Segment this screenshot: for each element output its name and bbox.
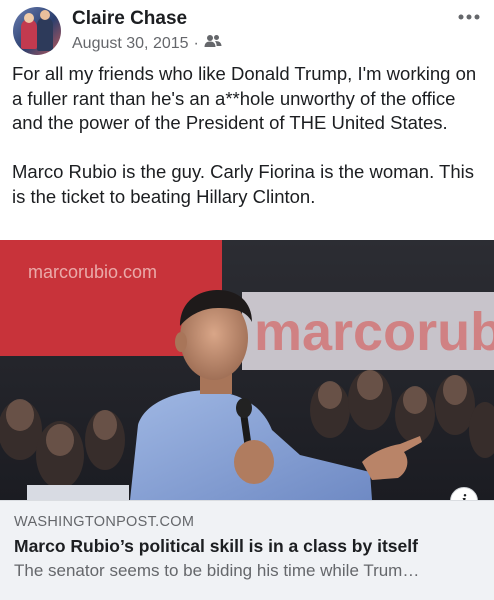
link-preview-image[interactable]: marcorubio.com marcorubio — [0, 240, 494, 500]
post-header: Claire Chase August 30, 2015 · — [0, 0, 494, 62]
link-domain: WASHINGTONPOST.COM — [14, 514, 195, 530]
post-paragraph: For all my friends who like Donald Trump… — [12, 63, 477, 133]
post-text: For all my friends who like Donald Trump… — [12, 62, 484, 209]
sign-small-text: marcorubio.com — [28, 262, 157, 282]
post-paragraph: Marco Rubio is the guy. Carly Fiorina is… — [12, 161, 474, 207]
sign-large-text: marcorubio — [254, 302, 494, 362]
link-description: The senator seems to be biding his time … — [14, 561, 420, 580]
more-options-icon[interactable] — [458, 10, 480, 24]
link-headline[interactable]: Marco Rubio’s political skill is in a cl… — [14, 536, 418, 557]
post-date[interactable]: August 30, 2015 — [72, 35, 189, 53]
link-preview-card[interactable]: WASHINGTONPOST.COM Marco Rubio’s politic… — [0, 500, 494, 600]
post-meta: August 30, 2015 · — [72, 34, 222, 53]
facebook-post: Claire Chase August 30, 2015 · For all m — [0, 0, 494, 600]
author-name[interactable]: Claire Chase — [72, 8, 187, 30]
meta-separator: · — [193, 34, 199, 52]
friends-icon[interactable] — [204, 34, 222, 53]
author-avatar[interactable] — [13, 7, 61, 55]
